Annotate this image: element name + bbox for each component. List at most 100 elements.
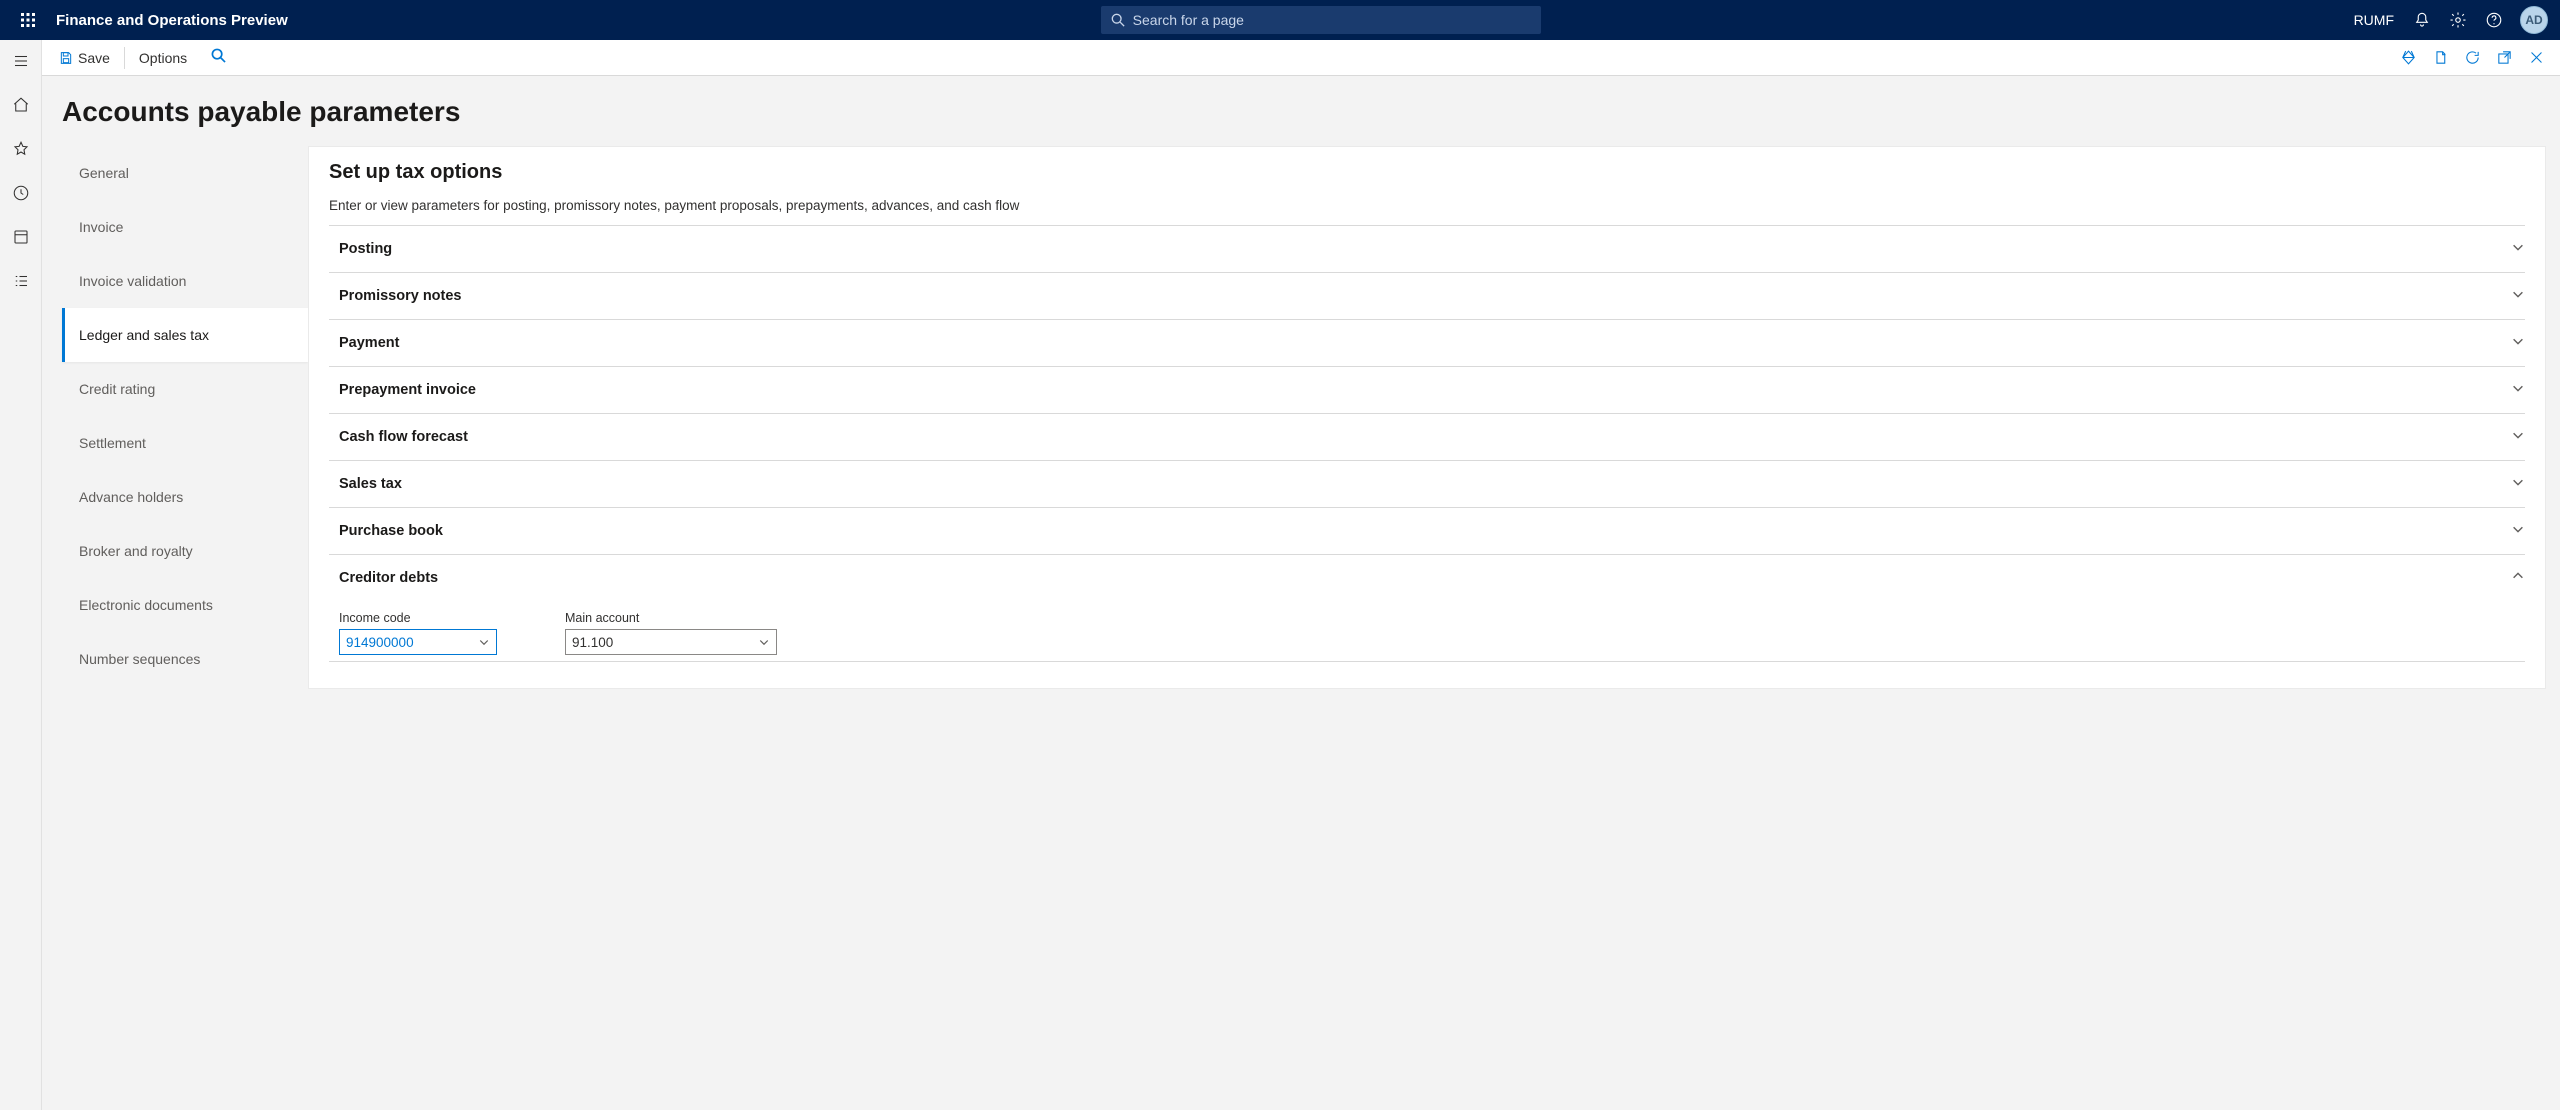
refresh-button[interactable] xyxy=(2460,46,2484,70)
close-button[interactable] xyxy=(2524,46,2548,70)
nav-modules[interactable] xyxy=(0,266,42,296)
param-nav-number-sequences[interactable]: Number sequences xyxy=(62,632,308,686)
workspace-icon xyxy=(12,228,30,246)
divider xyxy=(124,47,125,69)
param-nav-label: Ledger and sales tax xyxy=(79,327,209,343)
accordion-item-posting: Posting xyxy=(329,226,2525,273)
param-nav-label: Invoice xyxy=(79,219,123,235)
accordion-label: Purchase book xyxy=(329,523,443,539)
star-icon xyxy=(12,140,30,158)
param-nav-settlement[interactable]: Settlement xyxy=(62,416,308,470)
param-nav-electronic-documents[interactable]: Electronic documents xyxy=(62,578,308,632)
income-code-value: 914900000 xyxy=(346,635,414,650)
office-button[interactable] xyxy=(2428,46,2452,70)
accordion-label: Payment xyxy=(329,335,399,351)
global-search[interactable]: Search for a page xyxy=(1101,6,1541,34)
attach-button[interactable] xyxy=(2396,46,2420,70)
accordion-item-cash-flow-forecast: Cash flow forecast xyxy=(329,414,2525,461)
param-nav-broker-royalty[interactable]: Broker and royalty xyxy=(62,524,308,578)
accordion-header[interactable]: Posting xyxy=(329,226,2525,272)
popout-icon xyxy=(2496,49,2513,66)
nav-home[interactable] xyxy=(0,90,42,120)
avatar-initials: AD xyxy=(2525,13,2542,27)
field-row: Income code 914900000 Main account 91.10… xyxy=(339,611,2515,655)
diamond-icon xyxy=(2400,49,2417,66)
param-nav-label: Number sequences xyxy=(79,651,200,667)
accordion-label: Prepayment invoice xyxy=(329,382,476,398)
param-nav-invoice-validation[interactable]: Invoice validation xyxy=(62,254,308,308)
param-nav-label: Broker and royalty xyxy=(79,543,193,559)
modules-icon xyxy=(12,272,30,290)
main-account-dropdown[interactable]: 91.100 xyxy=(565,629,777,655)
global-search-placeholder: Search for a page xyxy=(1133,12,1244,28)
close-icon xyxy=(2528,49,2545,66)
accordion-label: Sales tax xyxy=(329,476,402,492)
chevron-down-icon xyxy=(2511,381,2525,400)
search-icon xyxy=(211,48,226,63)
accordion-item-purchase-book: Purchase book xyxy=(329,508,2525,555)
popout-button[interactable] xyxy=(2492,46,2516,70)
company-code[interactable]: RUMF xyxy=(2354,12,2394,28)
income-code-label: Income code xyxy=(339,611,497,625)
main-account-value: 91.100 xyxy=(572,635,613,650)
app-launcher-button[interactable] xyxy=(8,0,48,40)
param-nav-general[interactable]: General xyxy=(62,146,308,200)
topbar: Finance and Operations Preview Search fo… xyxy=(0,0,2560,40)
main-content: Accounts payable parameters General Invo… xyxy=(42,76,2560,1110)
accordion-header[interactable]: Purchase book xyxy=(329,508,2525,554)
chevron-down-icon xyxy=(478,636,490,648)
bell-icon xyxy=(2413,11,2431,29)
accordion-label: Cash flow forecast xyxy=(329,429,468,445)
nav-favorites[interactable] xyxy=(0,134,42,164)
accordion-header[interactable]: Payment xyxy=(329,320,2525,366)
param-nav-label: General xyxy=(79,165,129,181)
param-nav-advance-holders[interactable]: Advance holders xyxy=(62,470,308,524)
param-nav-label: Credit rating xyxy=(79,381,155,397)
accordion-header[interactable]: Cash flow forecast xyxy=(329,414,2525,460)
accordion-item-creditor-debts: Creditor debts Income code 914900000 xyxy=(329,555,2525,662)
accordion-label: Posting xyxy=(329,241,392,257)
accordion-label: Promissory notes xyxy=(329,288,462,304)
help-icon xyxy=(2485,11,2503,29)
gear-icon xyxy=(2449,11,2467,29)
accordion-header[interactable]: Creditor debts xyxy=(329,555,2525,601)
panel-title: Set up tax options xyxy=(329,161,2525,184)
chevron-down-icon xyxy=(758,636,770,648)
param-nav-credit-rating[interactable]: Credit rating xyxy=(62,362,308,416)
parameter-nav: General Invoice Invoice validation Ledge… xyxy=(62,146,308,689)
save-button[interactable]: Save xyxy=(50,46,118,70)
chevron-down-icon xyxy=(2511,334,2525,353)
topbar-right: RUMF AD xyxy=(2354,0,2552,40)
save-label: Save xyxy=(78,50,110,66)
accordion-item-prepayment-invoice: Prepayment invoice xyxy=(329,367,2525,414)
options-label: Options xyxy=(139,50,187,66)
options-button[interactable]: Options xyxy=(131,46,195,70)
action-bar: Save Options xyxy=(42,40,2560,76)
accordion-header[interactable]: Prepayment invoice xyxy=(329,367,2525,413)
income-code-dropdown[interactable]: 914900000 xyxy=(339,629,497,655)
param-nav-invoice[interactable]: Invoice xyxy=(62,200,308,254)
chevron-down-icon xyxy=(2511,240,2525,259)
nav-workspaces[interactable] xyxy=(0,222,42,252)
nav-expand-button[interactable] xyxy=(0,46,42,76)
page-title: Accounts payable parameters xyxy=(62,96,2546,128)
action-search-button[interactable] xyxy=(211,48,226,68)
refresh-icon xyxy=(2464,49,2481,66)
accordion-item-promissory-notes: Promissory notes xyxy=(329,273,2525,320)
accordion-header[interactable]: Sales tax xyxy=(329,461,2525,507)
app-title: Finance and Operations Preview xyxy=(56,12,288,29)
user-avatar[interactable]: AD xyxy=(2520,6,2548,34)
nav-recent[interactable] xyxy=(0,178,42,208)
notifications-button[interactable] xyxy=(2406,0,2438,40)
detail-panel: Set up tax options Enter or view paramet… xyxy=(308,146,2546,689)
param-nav-label: Advance holders xyxy=(79,489,183,505)
help-button[interactable] xyxy=(2478,0,2510,40)
left-rail xyxy=(0,40,42,1110)
chevron-down-icon xyxy=(2511,522,2525,541)
office-icon xyxy=(2432,49,2449,66)
param-nav-label: Invoice validation xyxy=(79,273,186,289)
search-icon xyxy=(1111,13,1125,27)
accordion-header[interactable]: Promissory notes xyxy=(329,273,2525,319)
settings-button[interactable] xyxy=(2442,0,2474,40)
param-nav-ledger-sales-tax[interactable]: Ledger and sales tax xyxy=(62,308,308,362)
